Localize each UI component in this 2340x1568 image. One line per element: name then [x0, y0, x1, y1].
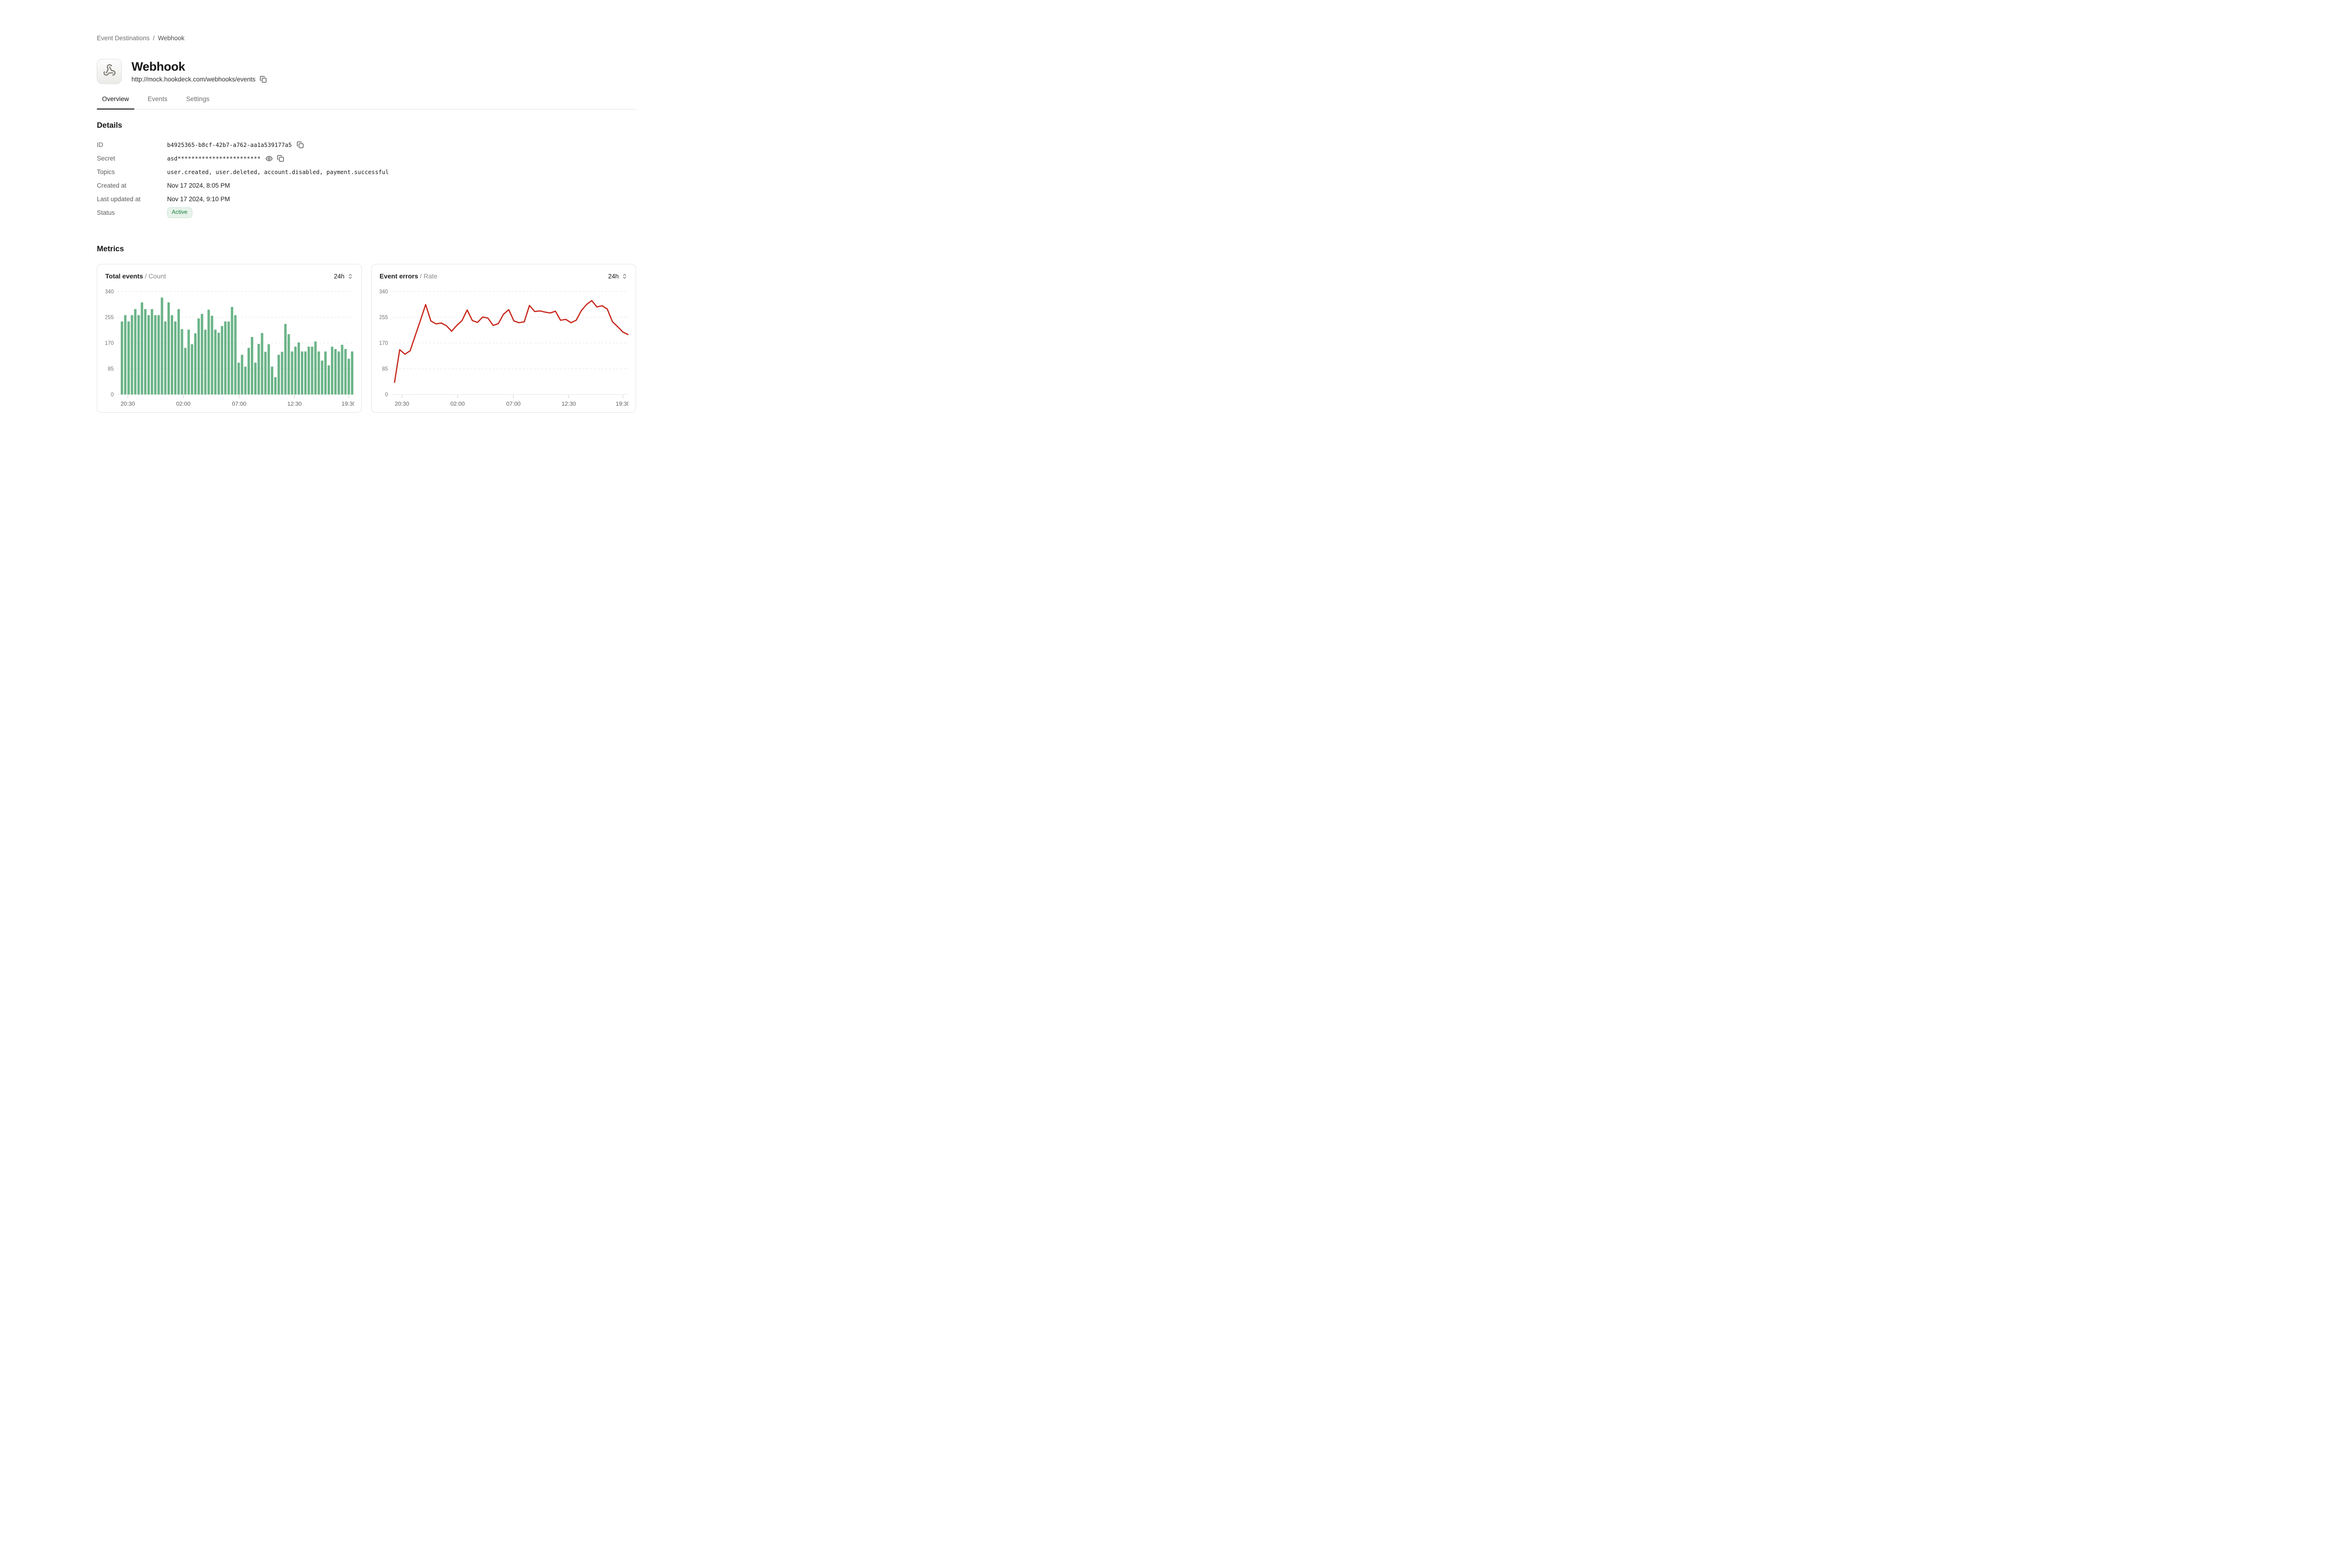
y-tick-label: 85 — [108, 366, 114, 372]
detail-value: asd************************ — [167, 155, 261, 162]
page-content: Event Destinations / Webhook Webhook htt… — [97, 0, 636, 413]
copy-button[interactable] — [297, 141, 304, 148]
x-tick-label: 19:30 — [342, 401, 354, 407]
breadcrumb-current: Webhook — [158, 35, 184, 42]
y-tick-label: 255 — [380, 315, 388, 321]
tab-settings[interactable]: Settings — [181, 95, 215, 109]
details-heading: Details — [97, 121, 636, 130]
tab-events[interactable]: Events — [143, 95, 173, 109]
y-tick-label: 170 — [380, 341, 388, 346]
detail-label: Secret — [97, 155, 167, 162]
metric-card-total-events: Total events / Count 24h 0 85 170 255 340 20:30… — [97, 264, 362, 413]
y-tick-label: 255 — [105, 315, 114, 321]
detail-row-topics: Topicsuser.created, user.deleted, accoun… — [97, 165, 636, 179]
detail-value: Nov 17 2024, 8:05 PM — [167, 182, 230, 189]
header-text: Webhook http://mock.hookdeck.com/webhook… — [132, 60, 267, 83]
x-tick-label: 07:00 — [506, 401, 521, 407]
tab-bar: Overview Events Settings — [97, 95, 636, 109]
copy-icon — [277, 155, 284, 162]
chart-title: Total events / Count — [105, 272, 166, 280]
x-tick-label: 19:30 — [616, 401, 629, 407]
copy-url-button[interactable] — [260, 76, 267, 83]
metrics-heading: Metrics — [97, 245, 636, 254]
detail-row-id: IDb4925365-b8cf-42b7-a762-aa1a539177a5 — [97, 138, 636, 152]
chart-title-main: Event errors — [380, 272, 418, 280]
time-range-value: 24h — [608, 273, 619, 280]
copy-icon — [260, 76, 267, 83]
detail-row-secret: Secretasd************************ — [97, 152, 636, 165]
webhook-icon — [103, 64, 116, 79]
bar-series — [121, 298, 353, 394]
detail-row-created-at: Created atNov 17 2024, 8:05 PM — [97, 179, 636, 192]
breadcrumb: Event Destinations / Webhook — [97, 0, 636, 42]
page-title: Webhook — [132, 60, 267, 74]
total-events-bar-chart: 0 85 170 255 340 20:30 02:00 07:00 12:30 19:30 — [105, 285, 354, 408]
details-rows: IDb4925365-b8cf-42b7-a762-aa1a539177a5Se… — [97, 138, 636, 219]
y-tick-label: 0 — [385, 392, 388, 398]
page-header: Webhook http://mock.hookdeck.com/webhook… — [97, 59, 636, 84]
metrics-section: Metrics Total events / Count 24h 0 85 170 255… — [97, 245, 636, 413]
event-errors-line-chart: 0 85 170 255 340 20:30 02:00 07:00 12:30 19:30 — [380, 285, 629, 408]
y-tick-label: 170 — [105, 341, 114, 346]
x-tick-label: 12:30 — [562, 401, 576, 407]
webhook-icon — [103, 64, 116, 77]
webhook-url-row: http://mock.hookdeck.com/webhooks/events — [132, 76, 267, 83]
detail-label: ID — [97, 141, 167, 148]
metrics-cards: Total events / Count 24h 0 85 170 255 340 20:30… — [97, 264, 636, 413]
webhook-icon-tile — [97, 59, 122, 84]
status-badge: Active — [167, 207, 192, 218]
chevrons-up-down-icon — [622, 273, 628, 279]
detail-label: Created at — [97, 182, 167, 189]
y-tick-label: 0 — [111, 392, 114, 398]
x-tick-label: 12:30 — [287, 401, 302, 407]
eye-button[interactable] — [265, 155, 273, 162]
x-tick-label: 07:00 — [232, 401, 247, 407]
chart-subtitle: / Rate — [418, 272, 437, 280]
detail-value: Nov 17 2024, 9:10 PM — [167, 196, 230, 203]
card-header: Event errors / Rate 24h — [380, 272, 628, 280]
chart-subtitle: / Count — [143, 272, 166, 280]
detail-row-last-updated-at: Last updated atNov 17 2024, 9:10 PM — [97, 192, 636, 206]
time-range-select[interactable]: 24h — [334, 273, 353, 280]
detail-value: b4925365-b8cf-42b7-a762-aa1a539177a5 — [167, 142, 292, 148]
breadcrumb-separator: / — [153, 35, 155, 42]
time-range-select[interactable]: 24h — [608, 273, 628, 280]
row-actions — [297, 141, 304, 148]
eye-icon — [265, 155, 273, 162]
chart-title-main: Total events — [105, 272, 143, 280]
x-tick-label: 20:30 — [395, 401, 410, 407]
copy-icon — [297, 141, 304, 148]
y-tick-label: 85 — [382, 366, 388, 372]
breadcrumb-parent[interactable]: Event Destinations — [97, 35, 150, 42]
x-tick-label: 20:30 — [121, 401, 135, 407]
y-tick-label: 340 — [105, 289, 114, 295]
tab-overview[interactable]: Overview — [97, 95, 134, 109]
chart-title: Event errors / Rate — [380, 272, 438, 280]
card-header: Total events / Count 24h — [105, 272, 353, 280]
x-tick-label: 02:00 — [450, 401, 465, 407]
detail-label: Status — [97, 209, 167, 216]
detail-label: Last updated at — [97, 196, 167, 203]
detail-row-status: StatusActive — [97, 206, 636, 219]
webhook-url: http://mock.hookdeck.com/webhooks/events — [132, 76, 256, 83]
copy-button[interactable] — [277, 155, 284, 162]
time-range-value: 24h — [334, 273, 344, 280]
row-actions — [265, 155, 284, 162]
x-tick-label: 02:00 — [176, 401, 190, 407]
metric-card-event-errors: Event errors / Rate24h08517025534020:300… — [371, 264, 636, 413]
y-tick-label: 340 — [380, 289, 388, 295]
chevrons-up-down-icon — [347, 273, 353, 279]
detail-value: user.created, user.deleted, account.disa… — [167, 169, 389, 175]
detail-label: Topics — [97, 168, 167, 175]
line-series — [395, 300, 628, 382]
details-section: Details IDb4925365-b8cf-42b7-a762-aa1a53… — [97, 121, 636, 219]
